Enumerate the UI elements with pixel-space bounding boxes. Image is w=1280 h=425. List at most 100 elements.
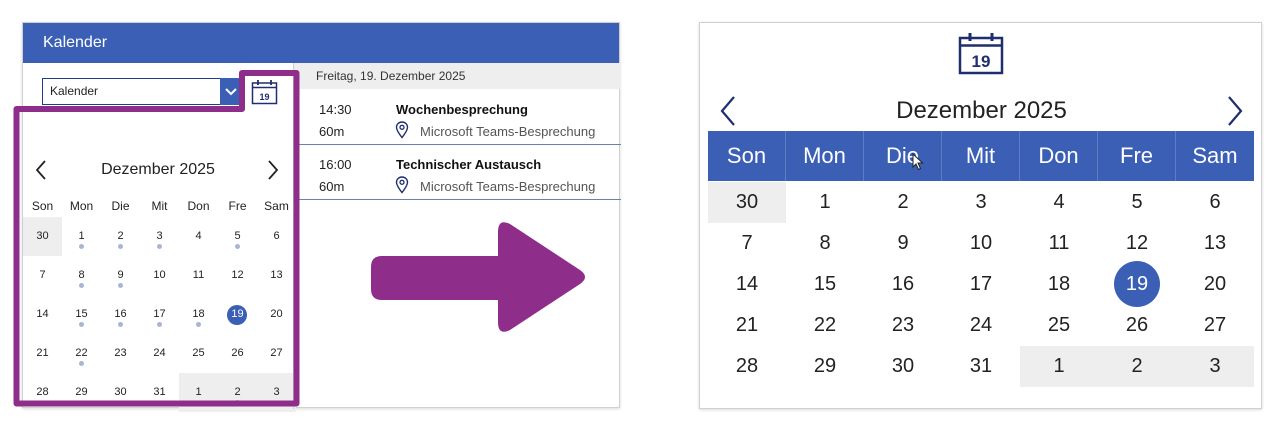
day-cell[interactable]: 21	[708, 305, 786, 346]
day-cell[interactable]: 3	[257, 373, 296, 412]
event-item[interactable]: 16:00 60m Technischer Austausch Microsof…	[294, 145, 621, 200]
day-cell[interactable]: 28	[708, 346, 786, 387]
day-cell[interactable]: 25	[1020, 305, 1098, 346]
day-cell[interactable]: 7	[23, 256, 62, 295]
day-cell[interactable]: 4	[1020, 182, 1098, 223]
day-cell[interactable]: 21	[23, 334, 62, 373]
day-cell[interactable]: 23	[101, 334, 140, 373]
day-cell[interactable]: 3	[942, 182, 1020, 223]
day-cell[interactable]: 18	[1020, 264, 1098, 305]
calendar-icon-day: 19	[259, 92, 269, 102]
day-number: 14	[735, 273, 759, 295]
day-cell[interactable]: 14	[708, 264, 786, 305]
day-cell[interactable]: 6	[1176, 182, 1254, 223]
day-cell[interactable]: 11	[179, 256, 218, 295]
day-cell[interactable]: 2	[101, 217, 140, 256]
chevron-right-icon[interactable]	[265, 159, 281, 186]
calendar-icon[interactable]: 19	[251, 79, 278, 110]
day-cell[interactable]: 27	[257, 334, 296, 373]
event-item[interactable]: 14:30 60m Wochenbesprechung Microsoft Te…	[294, 90, 621, 145]
event-dot	[235, 400, 240, 405]
day-cell[interactable]: 3	[140, 217, 179, 256]
chevron-down-icon[interactable]	[220, 78, 242, 105]
day-cell[interactable]: 17	[140, 295, 179, 334]
day-cell[interactable]: 23	[864, 305, 942, 346]
day-cell-selected[interactable]: 19	[1098, 261, 1176, 307]
day-cell[interactable]: 1	[786, 182, 864, 223]
day-cell[interactable]: 24	[140, 334, 179, 373]
day-cell[interactable]: 2	[864, 182, 942, 223]
day-cell[interactable]: 9	[864, 223, 942, 264]
day-number: 21	[36, 347, 49, 359]
day-number: 5	[234, 230, 241, 242]
event-dot	[157, 322, 162, 327]
day-number: 30	[36, 230, 49, 242]
day-cell[interactable]: 24	[942, 305, 1020, 346]
day-cell[interactable]: 30	[708, 182, 786, 223]
day-cell[interactable]: 12	[1098, 223, 1176, 264]
day-cell[interactable]: 15	[62, 295, 101, 334]
day-cell[interactable]: 8	[62, 256, 101, 295]
chevron-left-icon[interactable]	[33, 159, 49, 186]
day-cell[interactable]: 1	[179, 373, 218, 412]
day-cell[interactable]: 31	[942, 346, 1020, 387]
day-cell[interactable]: 1	[62, 217, 101, 256]
day-cell[interactable]: 7	[708, 223, 786, 264]
day-cell[interactable]: 11	[1020, 223, 1098, 264]
day-cell[interactable]: 6	[257, 217, 296, 256]
day-number: 18	[192, 308, 205, 320]
day-cell[interactable]: 9	[101, 256, 140, 295]
day-cell[interactable]: 12	[218, 256, 257, 295]
chevron-left-icon[interactable]	[717, 95, 739, 132]
day-cell[interactable]: 20	[257, 295, 296, 334]
day-number: 10	[153, 269, 166, 281]
calendar-dropdown[interactable]: Kalender	[42, 78, 241, 105]
calendar-dropdown-value: Kalender	[50, 84, 99, 98]
day-cell[interactable]: 15	[786, 264, 864, 305]
day-cell[interactable]: 29	[786, 346, 864, 387]
day-cell[interactable]: 28	[23, 373, 62, 412]
day-cell[interactable]: 8	[786, 223, 864, 264]
day-cell[interactable]: 30	[101, 373, 140, 412]
day-cell[interactable]: 5	[1098, 182, 1176, 223]
day-cell[interactable]: 4	[179, 217, 218, 256]
day-cell[interactable]: 22	[62, 334, 101, 373]
zoomed-calendar-month: Dezember 2025	[896, 97, 1067, 124]
day-cell[interactable]: 10	[140, 256, 179, 295]
day-cell[interactable]: 14	[23, 295, 62, 334]
day-cell[interactable]: 1	[1020, 346, 1098, 387]
day-cell[interactable]: 30	[23, 217, 62, 256]
day-number: 3	[975, 191, 987, 213]
day-cell[interactable]: 29	[62, 373, 101, 412]
day-cell[interactable]: 27	[1176, 305, 1254, 346]
event-dot	[79, 244, 84, 249]
day-cell[interactable]: 16	[101, 295, 140, 334]
day-cell[interactable]: 5	[218, 217, 257, 256]
day-cell[interactable]: 16	[864, 264, 942, 305]
day-number: 7	[39, 269, 46, 281]
day-cell[interactable]: 2	[1098, 346, 1176, 387]
day-cell[interactable]: 17	[942, 264, 1020, 305]
day-number: 15	[75, 308, 88, 320]
day-cell-selected[interactable]: 19	[218, 295, 257, 334]
day-cell[interactable]: 10	[942, 223, 1020, 264]
day-cell[interactable]: 31	[140, 373, 179, 412]
day-cell[interactable]: 13	[1176, 223, 1254, 264]
agenda-date-header: Freitag, 19. Dezember 2025	[294, 63, 621, 89]
chevron-right-icon[interactable]	[1224, 95, 1246, 132]
event-dot	[118, 283, 123, 288]
day-cell[interactable]: 22	[786, 305, 864, 346]
day-cell[interactable]: 3	[1176, 346, 1254, 387]
day-cell[interactable]: 2	[218, 373, 257, 412]
day-number: 5	[1131, 191, 1143, 213]
weekday-label: Sam	[264, 199, 289, 213]
day-cell[interactable]: 26	[1098, 305, 1176, 346]
day-cell[interactable]: 26	[218, 334, 257, 373]
day-cell[interactable]: 18	[179, 295, 218, 334]
day-cell[interactable]: 30	[864, 346, 942, 387]
day-number: 3	[1209, 355, 1221, 377]
day-number: 26	[231, 347, 244, 359]
day-cell[interactable]: 13	[257, 256, 296, 295]
day-cell[interactable]: 25	[179, 334, 218, 373]
day-cell[interactable]: 20	[1176, 264, 1254, 305]
